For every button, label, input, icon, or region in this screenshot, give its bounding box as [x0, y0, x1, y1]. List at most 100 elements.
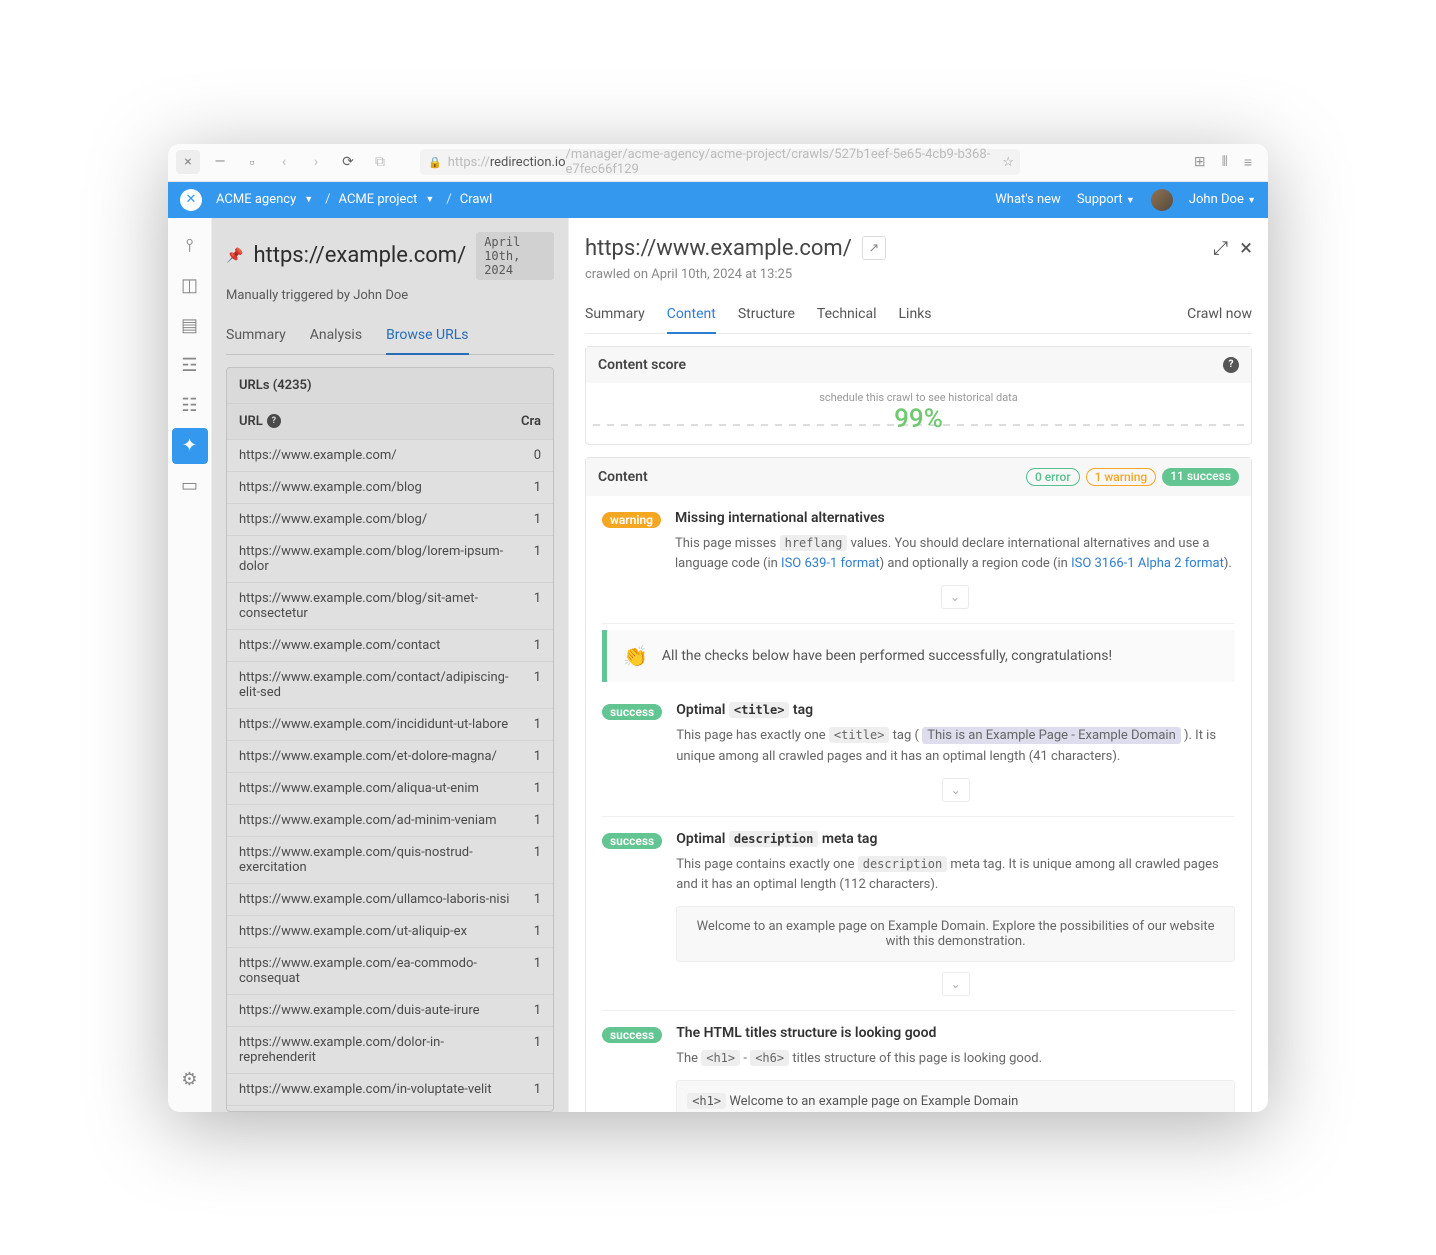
- favorite-icon[interactable]: ☆: [1002, 155, 1014, 170]
- check-headings-desc: The <h1> - <h6> titles structure of this…: [676, 1049, 1235, 1070]
- avatar[interactable]: [1151, 189, 1173, 211]
- left-pane: 📌 https://example.com/ April 10th, 2024 …: [212, 218, 568, 1112]
- rail-stats-icon[interactable]: ⫯: [172, 228, 208, 264]
- dtab-links[interactable]: Links: [899, 296, 932, 332]
- table-header: URLs (4235): [227, 368, 553, 403]
- table-row[interactable]: https://www.example.com/0: [227, 439, 553, 471]
- pin-icon[interactable]: 📌: [226, 248, 243, 264]
- help-icon[interactable]: ?: [267, 414, 281, 428]
- table-row[interactable]: https://www.example.com/blog/lorem-ipsum…: [227, 535, 553, 582]
- dtab-structure[interactable]: Structure: [738, 296, 795, 332]
- forward-button[interactable]: ›: [304, 154, 328, 170]
- rail-settings-icon[interactable]: ⚙: [172, 1062, 208, 1098]
- apps-icon[interactable]: ⊞: [1194, 154, 1206, 171]
- menu-icon[interactable]: ≡: [1244, 154, 1252, 171]
- expand-icon[interactable]: ⤢: [1213, 236, 1228, 261]
- check-headings-title: The HTML titles structure is looking goo…: [676, 1025, 1235, 1041]
- score-hint: schedule this crawl to see historical da…: [602, 391, 1235, 404]
- table-row[interactable]: https://www.example.com/incididunt-ut-la…: [227, 708, 553, 740]
- badge-success: 11 success: [1162, 468, 1239, 486]
- url-bar[interactable]: 🔒 https://redirection.io/manager/acme-ag…: [420, 149, 1020, 175]
- detail-title: https://www.example.com/: [585, 236, 852, 261]
- maximize-button[interactable]: ▫: [240, 150, 264, 174]
- dtab-technical[interactable]: Technical: [817, 296, 877, 332]
- tab-browse-urls[interactable]: Browse URLs: [386, 319, 468, 355]
- table-row[interactable]: https://www.example.com/contact/adipisci…: [227, 661, 553, 708]
- minimize-button[interactable]: —: [208, 150, 232, 174]
- table-row[interactable]: https://www.example.com/et-dolore-magna/…: [227, 740, 553, 772]
- tab-button[interactable]: ⧉: [368, 154, 392, 170]
- content-card: Content 0 error 1 warning 11 success war…: [585, 457, 1252, 1112]
- rail-dashboard-icon[interactable]: ◫: [172, 268, 208, 304]
- table-row[interactable]: https://www.example.com/blog1: [227, 471, 553, 503]
- pill-success: success: [602, 704, 662, 720]
- table-row[interactable]: https://www.example.com/in-voluptate-vel…: [227, 1073, 553, 1105]
- table-row[interactable]: https://www.example.com/blog/sit-amet-co…: [227, 582, 553, 629]
- check-intl: warning Missing international alternativ…: [602, 496, 1235, 625]
- breadcrumb-agency[interactable]: ACME agency▼: [216, 192, 317, 207]
- user-menu[interactable]: John Doe ▼: [1189, 192, 1256, 207]
- logo-icon[interactable]: ✕: [180, 189, 202, 211]
- support-link[interactable]: Support ▼: [1077, 192, 1135, 207]
- browser-window: × — ▫ ‹ › ⟳ ⧉ 🔒 https://redirection.io/m…: [168, 144, 1268, 1112]
- crawl-now-button[interactable]: Crawl now: [1187, 306, 1252, 322]
- table-row[interactable]: https://www.example.com/aliqua-ut-enim1: [227, 772, 553, 804]
- score-card: Content score? schedule this crawl to se…: [585, 346, 1252, 445]
- library-icon[interactable]: ⦀: [1222, 154, 1228, 171]
- close-icon[interactable]: ×: [1240, 236, 1252, 261]
- back-button[interactable]: ‹: [272, 154, 296, 170]
- check-desc-heading: Optimal description meta tag: [676, 831, 1235, 847]
- content-head: Content: [598, 469, 648, 485]
- rail-book-icon[interactable]: ▭: [172, 468, 208, 504]
- rail-list-icon[interactable]: ☲: [172, 348, 208, 384]
- check-title-desc: This page has exactly one <title> tag ( …: [676, 726, 1235, 768]
- expand-button[interactable]: ⌄: [941, 585, 969, 609]
- badge-warning: 1 warning: [1086, 468, 1157, 486]
- dtab-summary[interactable]: Summary: [585, 296, 645, 332]
- score-value: 99%: [602, 404, 1235, 434]
- col-crawl: Cra: [511, 414, 541, 429]
- table-row[interactable]: https://www.example.com/ullamco-laboris-…: [227, 883, 553, 915]
- table-row[interactable]: https://www.example.com/quis-nostrud-exe…: [227, 836, 553, 883]
- table-row[interactable]: https://www.example.com/contact1: [227, 629, 553, 661]
- reload-button[interactable]: ⟳: [336, 154, 360, 170]
- check-intl-desc: This page misses hreflang values. You sh…: [675, 534, 1235, 576]
- check-headings: success The HTML titles structure is loo…: [602, 1011, 1235, 1111]
- rail-page-icon[interactable]: ▤: [172, 308, 208, 344]
- table-row[interactable]: https://www.example.com/ut-aliquip-ex1: [227, 915, 553, 947]
- detail-pane: https://www.example.com/ ↗ ⤢ × crawled o…: [568, 218, 1268, 1112]
- crawl-date: April 10th, 2024: [476, 232, 554, 280]
- whats-new-link[interactable]: What's new: [995, 192, 1061, 207]
- crawl-meta: crawled on April 10th, 2024 at 13:25: [585, 267, 1252, 282]
- badge-error: 0 error: [1026, 468, 1080, 486]
- tab-analysis[interactable]: Analysis: [310, 319, 362, 354]
- info-icon[interactable]: ?: [1223, 357, 1239, 373]
- breadcrumb-crawl[interactable]: Crawl: [460, 192, 493, 207]
- check-description: success Optimal description meta tag Thi…: [602, 817, 1235, 1012]
- score-head: Content score: [598, 357, 686, 373]
- table-row[interactable]: https://www.example.com/dolor-in-reprehe…: [227, 1026, 553, 1073]
- link-iso639[interactable]: ISO 639-1 format: [781, 556, 880, 571]
- rail-db-icon[interactable]: ☷: [172, 388, 208, 424]
- breadcrumb-project[interactable]: ACME project▼: [339, 192, 439, 207]
- open-external-icon[interactable]: ↗: [862, 236, 886, 260]
- table-row[interactable]: https://www.example.com/ea-commodo-conse…: [227, 947, 553, 994]
- table-row[interactable]: https://www.example.com/ad-minim-veniam1: [227, 804, 553, 836]
- rail-crawl-icon[interactable]: ✦: [172, 428, 208, 464]
- table-row[interactable]: https://www.example.com/esse-cillum-dolo…: [227, 1105, 553, 1111]
- url-host: redirection.io: [490, 155, 566, 170]
- clap-icon: 👏: [623, 644, 648, 668]
- check-desc-desc: This page contains exactly one descripti…: [676, 855, 1235, 897]
- pill-warning: warning: [602, 512, 661, 528]
- tab-summary[interactable]: Summary: [226, 319, 286, 354]
- close-button[interactable]: ×: [176, 150, 200, 174]
- table-row[interactable]: https://www.example.com/duis-aute-irure1: [227, 994, 553, 1026]
- col-url: URL?: [239, 414, 511, 429]
- link-iso3166[interactable]: ISO 3166-1 Alpha 2 format: [1071, 556, 1224, 571]
- table-row[interactable]: https://www.example.com/blog/1: [227, 503, 553, 535]
- expand-button[interactable]: ⌄: [942, 778, 970, 802]
- dtab-content[interactable]: Content: [667, 296, 716, 334]
- check-title-heading: Optimal <title> tag: [676, 702, 1235, 718]
- expand-button[interactable]: ⌄: [942, 972, 970, 996]
- trigger-info: Manually triggered by John Doe: [226, 288, 554, 303]
